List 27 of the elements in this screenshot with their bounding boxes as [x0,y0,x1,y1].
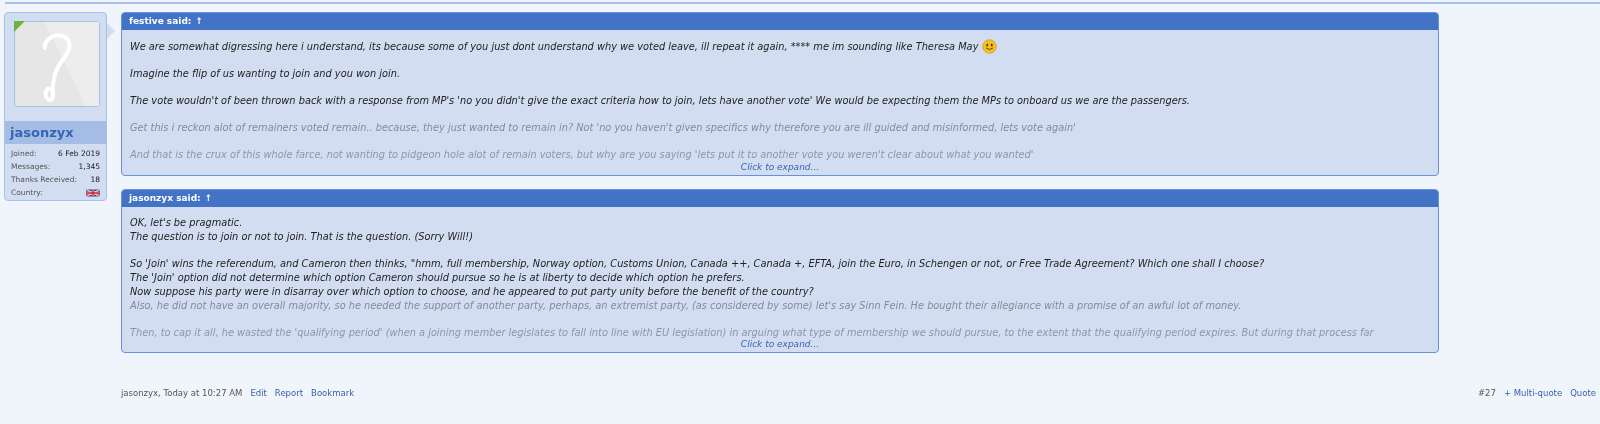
quote-text: The 'Join' option did not determine which option Cameron should pursue so he is at liberty to decide which option he prefers. [130,271,745,285]
quote-text: Imagine the flip of us wanting to join and you won join. [130,67,401,81]
quote-text: Now suppose his party were in disarray over which option to choose, and he appeared to put party unity before the benefit of the country? [130,285,814,299]
post-action-link[interactable]: Report [274,388,304,398]
post-action-link[interactable]: + Multi-quote [1503,388,1563,398]
quote-text: Also, he did not have an overall majority, so he needed the support of another party, perhaps, an extremist party, (as considered by some) let's say Sinn Fein. He bought their allegiance with a promise of an awful lot of money. [130,299,1242,313]
post-action-link[interactable]: Edit [250,388,267,398]
expand-link[interactable]: Click to expand... [122,339,1438,352]
quote-jump-link[interactable]: ↑ [204,193,213,204]
expand-link[interactable]: Click to expand... [122,162,1438,175]
post-action-link[interactable]: Quote [1570,388,1596,398]
quote-author: jasonzyx said: [129,193,201,204]
quote-text: The question is to join or not to join. That is the question. (Sorry Will!) [130,230,473,244]
quote-text: The vote wouldn't of been thrown back with a response from MP's 'no you didn't give the exact criteria how to join, lets have another vote' We would be expecting them the MPs to onboard us we are the passengers. [130,94,1190,108]
quote-text: We are somewhat digressing here i understand, its because some of you just dont understand why we voted leave, ill repeat it again, **** me im sounding like Theresa May [130,39,979,54]
quote-text: Get this i reckon alot of remainers voted remain.. because, they just wanted to remain in? Not 'no you haven't given specifics why therefore you are ill guided and misinformed, lets vote again' [130,121,1076,135]
quote-author: festive said: [129,16,192,27]
flag-icon [86,188,100,197]
quote-jump-link[interactable]: ↑ [195,16,203,27]
avatar-placeholder-icon[interactable] [14,21,100,107]
quote-text: So 'Join' wins the referendum, and Cameron then thinks, "hmm, full membership, Norway option, Customs Union, Canada ++, Canada +, EFTA, join the Euro, in Schengen or not, or Free Trade Agreement? Which one shall I choose? [130,257,1265,271]
post-number-link[interactable]: #27 [1478,388,1496,398]
quote-text: Then, to cap it all, he wasted the 'qualifying period' (when a joining member legislates to fall into line with EU legislation) in arguing what type of membership we should pursue, to the extent that the qualifying period expires. But during that process far [130,326,1374,339]
quote-text: OK, let's be pragmatic. [130,216,243,230]
post-action-link[interactable]: Bookmark [311,388,355,398]
quote-text: And that is the crux of this whole farce, not wanting to pidgeon hole alot of remain voters, but why are you saying 'lets put it to another vote you weren't clear about what you wanted' [130,148,1034,162]
post-meta: jasonzyx, Today at 10:27 AM [121,388,243,398]
